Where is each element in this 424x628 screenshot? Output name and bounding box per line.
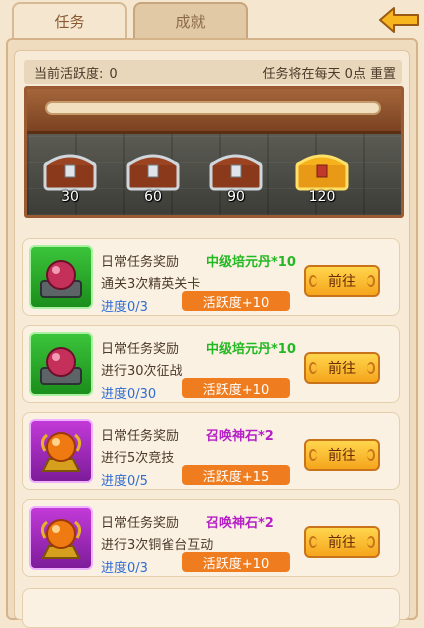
activity-bonus-badge: 活跃度+10 xyxy=(182,552,290,572)
chest-label: 60 xyxy=(144,189,162,205)
go-button-label: 前往 xyxy=(328,274,356,290)
go-button[interactable]: 前往 xyxy=(304,526,380,558)
task-description: 进行3次铜雀台互动 xyxy=(101,538,214,553)
task-progress: 进度0/30 xyxy=(101,387,157,402)
task-description: 进行5次竞技 xyxy=(101,451,175,466)
gold-chest-icon xyxy=(295,154,349,191)
red-pill-icon xyxy=(29,245,93,309)
task-title: 日常任务奖励 xyxy=(101,429,180,444)
task-reward: 召唤神石*2 xyxy=(206,429,274,444)
chest-label: 120 xyxy=(308,189,336,205)
go-button-label: 前往 xyxy=(328,361,356,377)
chest-120[interactable]: 120 xyxy=(289,145,355,205)
activity-bonus-badge: 活跃度+15 xyxy=(182,465,290,485)
task-row: 日常任务奖励 中级培元丹*10 通关3次精英关卡 进度0/3 活跃度+10 前往 xyxy=(22,238,400,316)
go-button[interactable]: 前往 xyxy=(304,352,380,384)
summon-stone-icon xyxy=(29,506,93,570)
chest-label: 30 xyxy=(61,189,79,205)
task-description: 进行30次征战 xyxy=(101,364,183,379)
task-row: 日常任务奖励 召唤神石*2 进行3次铜雀台互动 进度0/3 活跃度+10 前往 xyxy=(22,499,400,577)
activity-reward-stage: 30 60 90 120 xyxy=(24,86,404,218)
back-arrow-icon[interactable] xyxy=(378,6,420,34)
tab-bar: 任务 成就 xyxy=(0,0,424,40)
activity-bonus-badge: 活跃度+10 xyxy=(182,378,290,398)
tab-tasks[interactable]: 任务 xyxy=(12,2,127,38)
task-progress: 进度0/5 xyxy=(101,474,148,489)
task-description: 通关3次精英关卡 xyxy=(101,277,201,292)
silver-chest-icon xyxy=(126,154,180,191)
task-row: 日常任务奖励 召唤神石*2 进行5次竞技 进度0/5 活跃度+15 前往 xyxy=(22,412,400,490)
silver-chest-icon xyxy=(43,154,97,191)
red-pill-icon xyxy=(29,332,93,396)
activity-label: 当前活跃度: xyxy=(34,66,104,82)
go-button[interactable]: 前往 xyxy=(304,439,380,471)
chest-90[interactable]: 90 xyxy=(203,145,269,205)
task-progress: 进度0/3 xyxy=(101,561,148,576)
go-button[interactable]: 前往 xyxy=(304,265,380,297)
task-row: 日常任务奖励 中级培元丹*10 进行30次征战 进度0/30 活跃度+10 前往 xyxy=(22,325,400,403)
chest-30[interactable]: 30 xyxy=(37,145,103,205)
task-title: 日常任务奖励 xyxy=(101,255,180,270)
go-button-label: 前往 xyxy=(328,535,356,551)
task-row-partial xyxy=(22,588,400,628)
activity-info-bar: 当前活跃度: 0 任务将在每天 0点 重置 xyxy=(24,60,402,84)
activity-bonus-badge: 活跃度+10 xyxy=(182,291,290,311)
reset-text: 任务将在每天 0点 重置 xyxy=(262,66,396,82)
task-progress: 进度0/3 xyxy=(101,300,148,315)
activity-value: 0 xyxy=(109,66,118,82)
task-reward: 中级培元丹*10 xyxy=(206,255,296,270)
task-title: 日常任务奖励 xyxy=(101,516,180,531)
tab-achievements[interactable]: 成就 xyxy=(133,2,248,38)
summon-stone-icon xyxy=(29,419,93,483)
go-button-label: 前往 xyxy=(328,448,356,464)
silver-chest-icon xyxy=(209,154,263,191)
task-reward: 召唤神石*2 xyxy=(206,516,274,531)
chest-60[interactable]: 60 xyxy=(120,145,186,205)
activity-progress-bar xyxy=(45,101,381,115)
task-reward: 中级培元丹*10 xyxy=(206,342,296,357)
chest-label: 90 xyxy=(227,189,245,205)
task-title: 日常任务奖励 xyxy=(101,342,180,357)
